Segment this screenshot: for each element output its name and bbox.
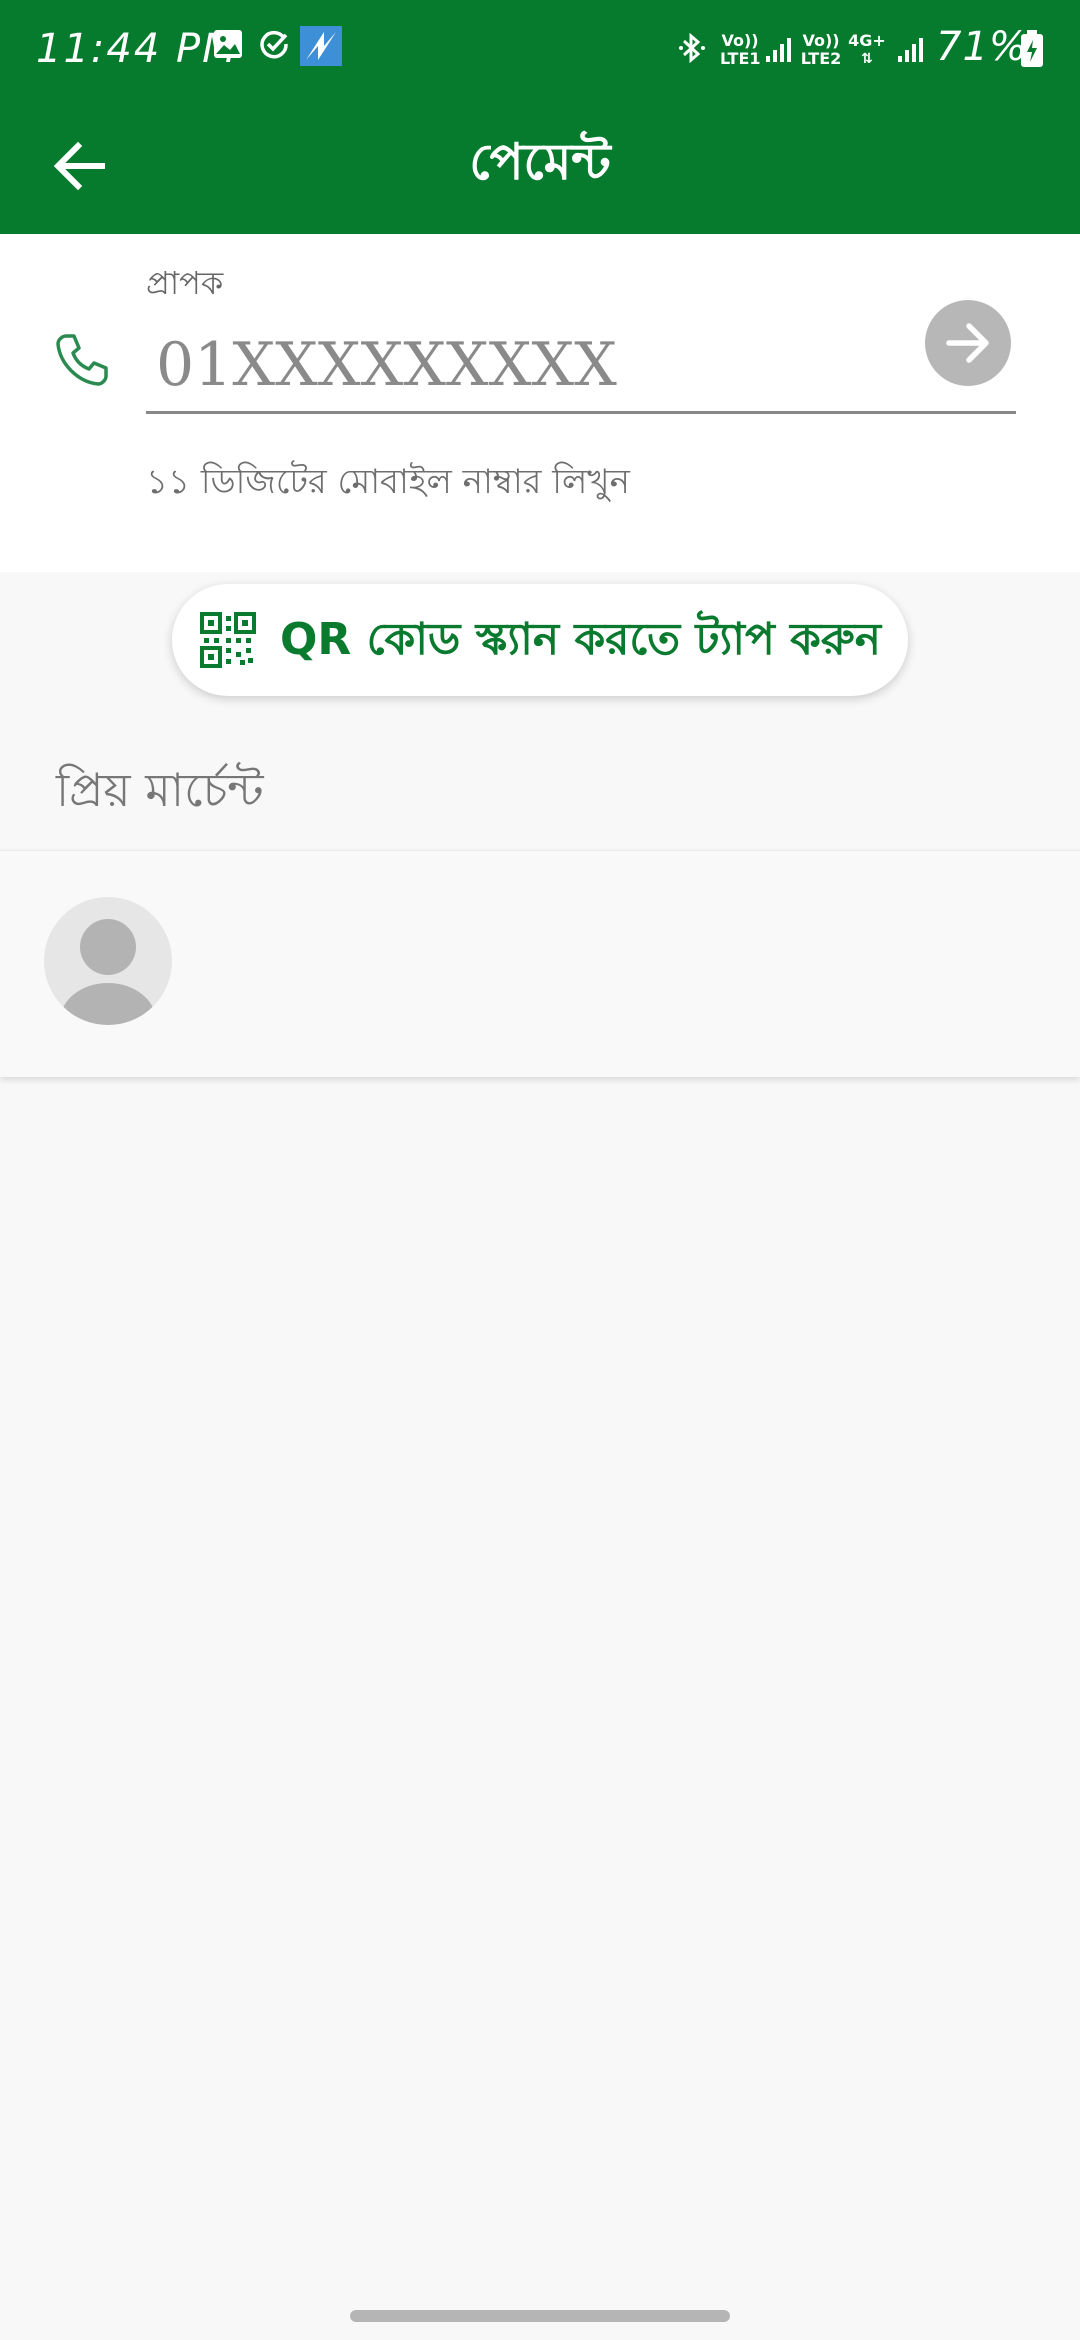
status-time: 11:44 PM xyxy=(36,26,239,72)
phone-icon xyxy=(52,330,112,390)
gallery-icon xyxy=(212,28,244,64)
qr-scan-button[interactable]: QR কোড স্ক্যান করতে ট্যাপ করুন xyxy=(172,584,908,696)
recipient-section: প্রাপক ১১ ডিজিটের মোবাইল নাম্বার লিখুন xyxy=(0,234,1080,572)
check-circle-icon xyxy=(258,28,290,64)
signal-sim1-icon xyxy=(764,34,794,68)
battery-icon xyxy=(1020,30,1044,72)
sim1-lte-label: LTE1 xyxy=(720,49,761,68)
qr-code-icon xyxy=(200,612,256,668)
recipient-label: প্রাপক xyxy=(146,264,224,302)
favorite-merchants-heading: প্রিয় মার্চেন্ট xyxy=(56,763,264,817)
sim2-lte-label: LTE2 xyxy=(800,49,842,68)
person-placeholder-icon xyxy=(60,919,156,1025)
sim2-volte-label: Vo)) xyxy=(802,31,840,50)
signal-sim2-icon xyxy=(896,34,926,68)
phone-number-input[interactable] xyxy=(146,318,1016,414)
data-arrows-icon: ⇅ xyxy=(861,51,873,67)
app-shortcut-icon xyxy=(300,26,342,70)
page-title: পেমেন্ট xyxy=(469,133,611,191)
favorite-merchants-list xyxy=(0,850,1080,1077)
phone-helper-text: ১১ ডিজিটের মোবাইল নাম্বার লিখুন xyxy=(146,462,630,502)
bluetooth-icon xyxy=(678,32,706,68)
merchant-avatar[interactable] xyxy=(44,897,172,1025)
sim1-volte-label: Vo)) xyxy=(721,31,759,50)
qr-scan-label: QR কোড স্ক্যান করতে ট্যাপ করুন xyxy=(280,614,881,665)
battery-percent: 71% xyxy=(936,24,1028,70)
arrow-right-icon xyxy=(946,323,989,363)
status-bar: 11:44 PM Vo)) LTE1 Vo)) LTE2 4G+ ⇅ 71% xyxy=(0,0,1080,100)
network-type-label: 4G+ xyxy=(848,31,886,50)
next-button[interactable] xyxy=(925,300,1011,386)
home-indicator[interactable] xyxy=(350,2310,730,2322)
app-bar: পেমেন্ট xyxy=(0,100,1080,234)
